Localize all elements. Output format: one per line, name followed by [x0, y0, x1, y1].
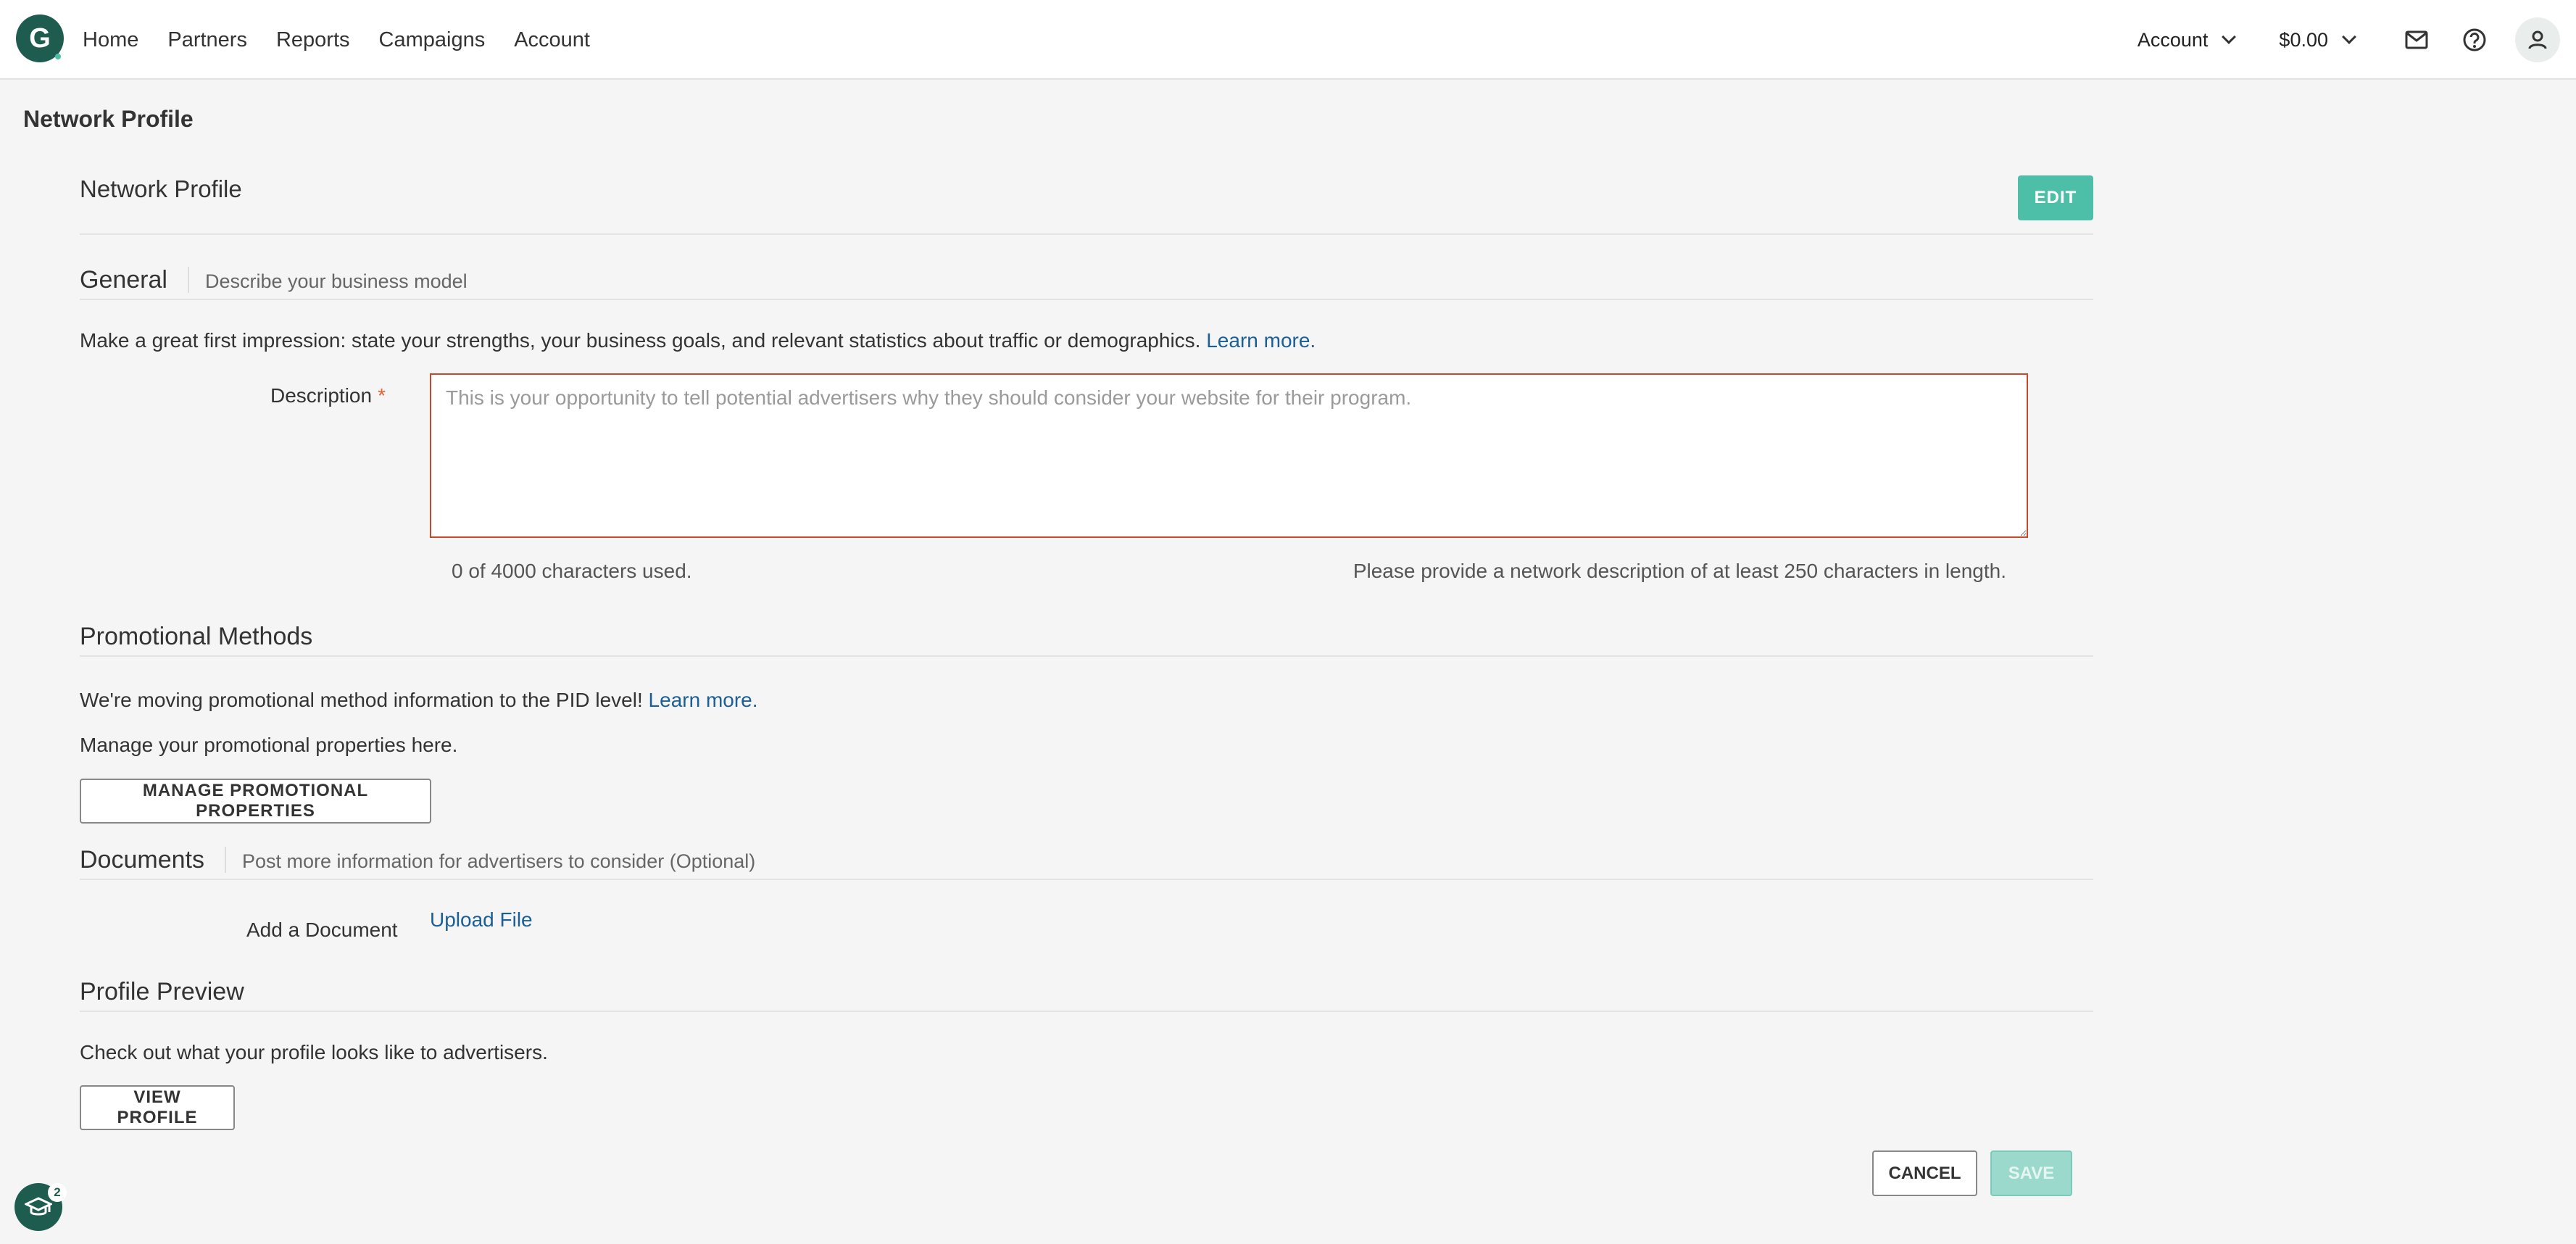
nav-link-reports[interactable]: Reports: [276, 28, 350, 52]
manage-promotional-properties-button[interactable]: MANAGE PROMOTIONAL PROPERTIES: [80, 779, 431, 824]
edit-button[interactable]: EDIT: [2018, 175, 2093, 220]
notification-badge: 2: [48, 1183, 67, 1202]
preview-text: Check out what your profile looks like t…: [80, 1041, 548, 1063]
character-counter: 0 of 4000 characters used.: [452, 560, 692, 582]
general-section-header: General Describe your business model: [80, 265, 2093, 300]
general-intro-text: Make a great first impression: state you…: [80, 329, 1201, 352]
section-divider: [224, 847, 226, 873]
user-icon[interactable]: [2515, 17, 2560, 62]
documents-subtitle: Post more information for advertisers to…: [241, 850, 756, 872]
top-nav: G Home Partners Reports Campaigns Accoun…: [0, 0, 2576, 80]
account-dropdown[interactable]: Account: [2137, 28, 2237, 51]
description-label: Description *: [270, 384, 386, 407]
description-label-text: Description: [270, 384, 373, 407]
nav-link-home[interactable]: Home: [83, 28, 138, 52]
logo-icon[interactable]: G: [16, 14, 64, 62]
balance-label: $0.00: [2279, 28, 2328, 51]
save-button[interactable]: SAVE: [1990, 1150, 2072, 1196]
documents-section-header: Documents Post more information for adve…: [80, 845, 2093, 880]
logo-letter: G: [29, 22, 51, 54]
nav-link-account[interactable]: Account: [514, 28, 590, 52]
chevron-down-icon: [2222, 30, 2237, 44]
learn-more-link[interactable]: Learn more.: [1206, 329, 1316, 352]
help-icon[interactable]: [2457, 22, 2492, 57]
description-hint: Please provide a network description of …: [1353, 560, 2006, 582]
card-title: Network Profile: [80, 175, 242, 202]
card-header: Network Profile EDIT: [80, 167, 2093, 235]
promotional-title: Promotional Methods: [80, 623, 313, 650]
general-title: General: [80, 266, 167, 294]
nav-links: Home Partners Reports Campaigns Account: [83, 0, 619, 80]
nav-right: Account $0.00: [2137, 0, 2576, 80]
page-title: Network Profile: [23, 106, 194, 132]
promotional-notice-text: We're moving promotional method informat…: [80, 689, 643, 711]
profile-card: Network Profile EDIT: [80, 167, 2093, 235]
view-profile-button[interactable]: VIEW PROFILE: [80, 1085, 235, 1130]
description-textarea[interactable]: [430, 373, 2028, 538]
upload-file-link[interactable]: Upload File: [430, 908, 533, 932]
nav-link-campaigns[interactable]: Campaigns: [379, 28, 486, 52]
cancel-button[interactable]: CANCEL: [1872, 1150, 1977, 1196]
required-mark: *: [378, 384, 386, 407]
general-subtitle: Describe your business model: [204, 270, 468, 292]
promotional-section-header: Promotional Methods: [80, 622, 2093, 657]
preview-title: Profile Preview: [80, 978, 244, 1005]
manage-text: Manage your promotional properties here.: [80, 734, 458, 756]
documents-title: Documents: [80, 846, 204, 874]
section-divider: [187, 267, 189, 293]
promotional-notice: We're moving promotional method informat…: [80, 689, 758, 712]
balance-dropdown[interactable]: $0.00: [2279, 28, 2356, 51]
add-document-label: Add a Document: [246, 919, 398, 941]
preview-section-header: Profile Preview: [80, 977, 2093, 1012]
promotional-learn-more-link[interactable]: Learn more.: [649, 689, 758, 711]
account-dropdown-label: Account: [2137, 28, 2209, 51]
chevron-down-icon: [2342, 30, 2356, 44]
nav-link-partners[interactable]: Partners: [167, 28, 247, 52]
mail-icon[interactable]: [2399, 22, 2434, 57]
general-intro: Make a great first impression: state you…: [80, 329, 1316, 352]
